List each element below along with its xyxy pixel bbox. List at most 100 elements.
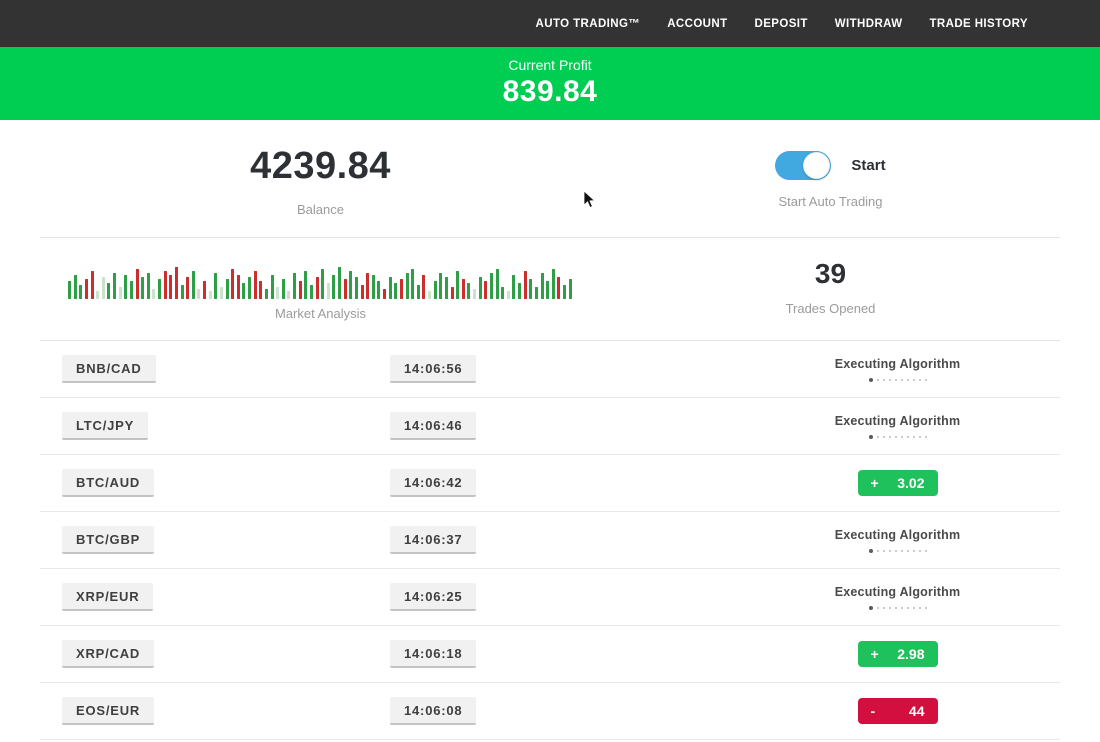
nav-item-deposit[interactable]: DEPOSIT xyxy=(755,18,808,30)
time-chip[interactable]: 14:06:42 xyxy=(390,469,476,497)
analysis-bar xyxy=(231,269,234,299)
trade-row: XRP/CAD 14:06:18 +2.98 xyxy=(40,626,1060,683)
analysis-bar xyxy=(451,287,454,299)
analysis-bar xyxy=(259,281,262,299)
analysis-bar xyxy=(304,271,307,299)
time-chip[interactable]: 14:06:56 xyxy=(390,355,476,383)
pair-chip[interactable]: LTC/JPY xyxy=(62,412,148,440)
time-chip[interactable]: 14:06:08 xyxy=(390,697,476,725)
analysis-bar xyxy=(226,279,229,299)
analysis-bar xyxy=(349,271,352,299)
analysis-bar xyxy=(158,279,161,299)
analysis-bar xyxy=(220,287,223,299)
analysis-bar xyxy=(102,277,105,299)
time-chip[interactable]: 14:06:18 xyxy=(390,640,476,668)
analysis-bar xyxy=(203,281,206,299)
time-chip[interactable]: 14:06:25 xyxy=(390,583,476,611)
progress-dots xyxy=(869,549,927,553)
analysis-bar xyxy=(327,283,330,299)
pair-chip[interactable]: XRP/CAD xyxy=(62,640,154,668)
analysis-bar xyxy=(299,281,302,299)
analysis-bar xyxy=(197,289,200,299)
analysis-bar xyxy=(456,271,459,299)
trades-opened-label: Trades Opened xyxy=(601,301,1060,316)
progress-dots xyxy=(869,435,927,439)
time-chip[interactable]: 14:06:37 xyxy=(390,526,476,554)
analysis-bar xyxy=(411,269,414,299)
pair-chip[interactable]: BTC/AUD xyxy=(62,469,154,497)
nav-item-auto-trading[interactable]: AUTO TRADING™ xyxy=(536,18,641,30)
analysis-bar xyxy=(321,269,324,299)
analysis-bar xyxy=(518,283,521,299)
pair-chip[interactable]: BTC/GBP xyxy=(62,526,154,554)
pair-chip[interactable]: XRP/EUR xyxy=(62,583,153,611)
executing-label: Executing Algorithm xyxy=(835,585,961,599)
current-profit-value: 839.84 xyxy=(0,75,1100,109)
market-analysis-label: Market Analysis xyxy=(40,306,601,321)
analysis-bar xyxy=(389,277,392,299)
analysis-bar xyxy=(417,285,420,299)
analysis-bar xyxy=(254,271,257,299)
trade-status: +2.98 xyxy=(735,626,1060,682)
toggle-knob xyxy=(803,152,830,179)
profit-badge: +3.02 xyxy=(858,470,938,496)
analysis-bar xyxy=(271,275,274,299)
trades-opened-value: 39 xyxy=(601,256,1060,290)
analysis-bar xyxy=(338,267,341,299)
analysis-bar xyxy=(529,279,532,299)
analysis-bar xyxy=(136,269,139,299)
nav-item-trade-history[interactable]: TRADE HISTORY xyxy=(930,18,1029,30)
analysis-bar xyxy=(85,279,88,299)
analysis-bar xyxy=(276,287,279,299)
time-chip[interactable]: 14:06:46 xyxy=(390,412,476,440)
current-profit-banner: Current Profit 839.84 xyxy=(0,47,1100,120)
analysis-bar xyxy=(282,279,285,299)
trade-row: BTC/AUD 14:06:42 +3.02 xyxy=(40,455,1060,512)
progress-dots xyxy=(869,606,927,610)
pair-chip[interactable]: BNB/CAD xyxy=(62,355,156,383)
analysis-bar xyxy=(541,273,544,299)
analysis-bar xyxy=(209,291,212,299)
analysis-bar xyxy=(175,267,178,299)
analysis-bar xyxy=(107,283,110,299)
trade-status: Executing Algorithm xyxy=(735,569,1060,625)
analysis-bar xyxy=(434,281,437,299)
analysis-bar xyxy=(383,289,386,299)
analysis-bar xyxy=(428,291,431,299)
start-auto-trading-label: Start Auto Trading xyxy=(601,194,1060,209)
analysis-bar xyxy=(316,277,319,299)
analysis-bar xyxy=(355,277,358,299)
trade-status: -44 xyxy=(735,683,1060,739)
nav-item-account[interactable]: ACCOUNT xyxy=(667,18,727,30)
analysis-bar xyxy=(119,287,122,299)
analysis-bar xyxy=(265,289,268,299)
auto-trading-toggle[interactable] xyxy=(775,151,831,180)
executing-label: Executing Algorithm xyxy=(835,357,961,371)
analysis-bar xyxy=(287,291,290,299)
analysis-bar xyxy=(501,287,504,299)
nav-item-withdraw[interactable]: WITHDRAW xyxy=(835,18,903,30)
analysis-bar xyxy=(557,277,560,299)
analysis-bar xyxy=(186,277,189,299)
analysis-bar xyxy=(164,271,167,299)
analysis-bar xyxy=(248,277,251,299)
trade-row: LTC/JPY14:06:46Executing Algorithm xyxy=(40,398,1060,455)
analysis-bar xyxy=(422,275,425,299)
analysis-bar xyxy=(563,285,566,299)
pair-chip[interactable]: EOS/EUR xyxy=(62,697,154,725)
analysis-bar xyxy=(79,285,82,299)
analysis-bar xyxy=(496,269,499,299)
analysis-bar xyxy=(169,275,172,299)
toggle-start-label: Start xyxy=(851,157,885,174)
balance-label: Balance xyxy=(40,202,601,217)
analysis-bar xyxy=(467,283,470,299)
analysis-bar xyxy=(124,275,127,299)
analysis-bar xyxy=(361,285,364,299)
analysis-bar xyxy=(473,289,476,299)
analysis-bar xyxy=(91,271,94,299)
market-analysis-chart xyxy=(68,256,573,299)
analysis-bar xyxy=(96,291,99,299)
analysis-bar xyxy=(552,269,555,299)
analysis-bar xyxy=(479,277,482,299)
analysis-bar xyxy=(400,279,403,299)
